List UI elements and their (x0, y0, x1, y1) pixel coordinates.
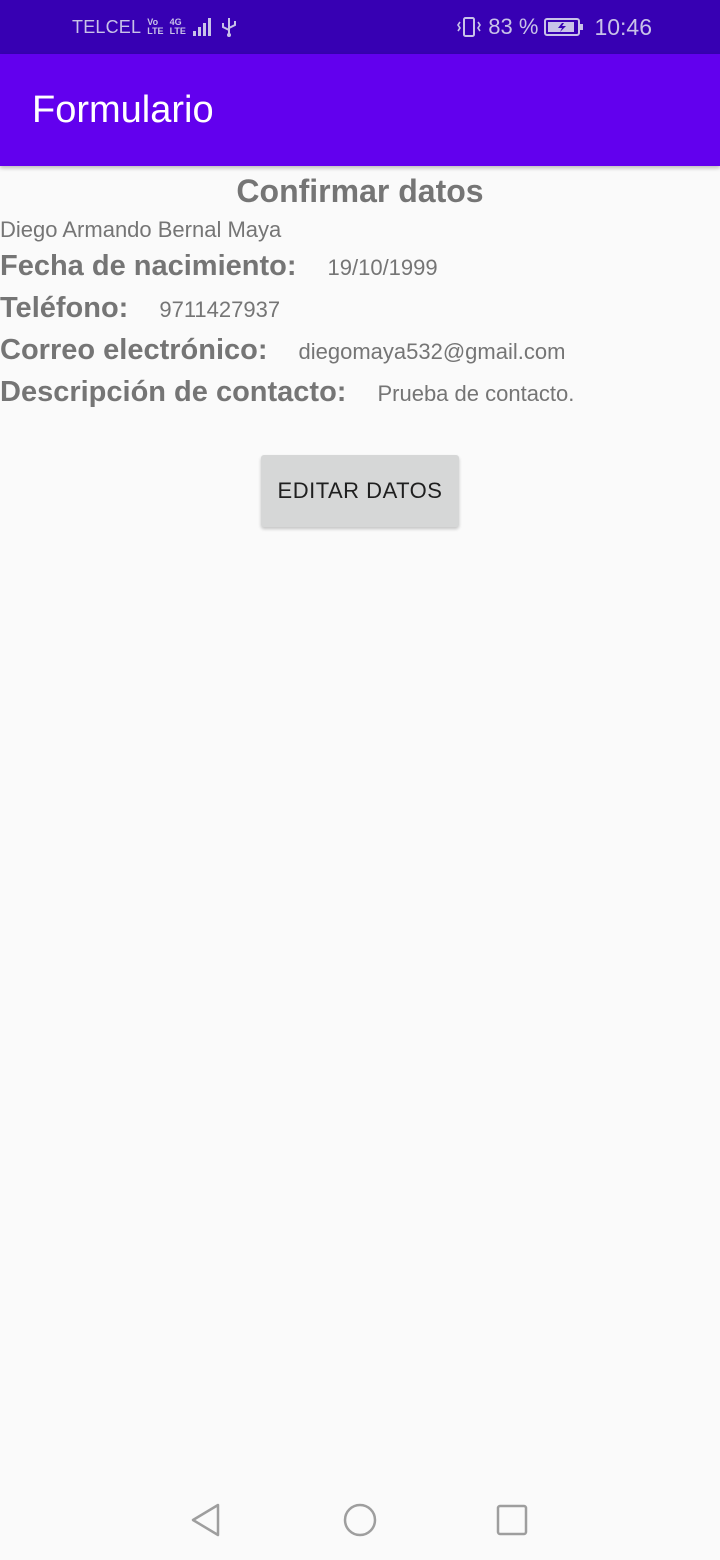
birthdate-label: Fecha de nacimiento: (0, 250, 297, 282)
full-name-text: Diego Armando Bernal Maya (0, 217, 282, 242)
description-value: Prueba de contacto. (377, 381, 575, 406)
phone-value: 9711427937 (159, 297, 281, 322)
status-bar: TELCEL Vo LTE 4G LTE 83 % 10:46 (0, 0, 720, 54)
network-indicator: 4G LTE (169, 17, 186, 36)
status-right: 83 % 10:46 (456, 0, 652, 54)
home-icon[interactable] (340, 1500, 380, 1540)
navigation-bar (0, 1476, 720, 1560)
screen: TELCEL Vo LTE 4G LTE 83 % 10:46 Formular… (0, 0, 720, 1560)
battery-percent: 83 % (488, 14, 539, 39)
phone-label: Teléfono: (0, 292, 129, 324)
recents-icon[interactable] (492, 1500, 532, 1540)
birthdate-value: 19/10/1999 (327, 255, 438, 280)
app-bar: Formulario (0, 54, 720, 166)
usb-icon (221, 18, 236, 37)
email-label: Correo electrónico: (0, 334, 268, 366)
carrier-label: TELCEL (72, 16, 142, 37)
status-left: TELCEL Vo LTE 4G LTE (72, 0, 238, 54)
signal-icon (192, 18, 211, 36)
edit-data-button[interactable]: EDITAR DATOS (261, 455, 459, 527)
field-row-birthdate: Fecha de nacimiento: 19/10/1999 (0, 250, 438, 283)
page-heading: Confirmar datos (236, 173, 484, 209)
app-title: Formulario (32, 89, 214, 131)
battery-charging-icon (544, 18, 584, 36)
email-value: diegomaya532@gmail.com (298, 339, 566, 364)
field-row-email: Correo electrónico: diegomaya532@gmail.c… (0, 334, 565, 367)
volte-indicator: Vo LTE (147, 17, 164, 36)
field-row-description: Descripción de contacto: Prueba de conta… (0, 376, 574, 409)
description-label: Descripción de contacto: (0, 376, 347, 408)
field-row-phone: Teléfono: 9711427937 (0, 292, 280, 325)
vibrate-icon (457, 17, 482, 37)
clock: 10:46 (594, 13, 652, 40)
back-icon[interactable] (186, 1500, 226, 1540)
